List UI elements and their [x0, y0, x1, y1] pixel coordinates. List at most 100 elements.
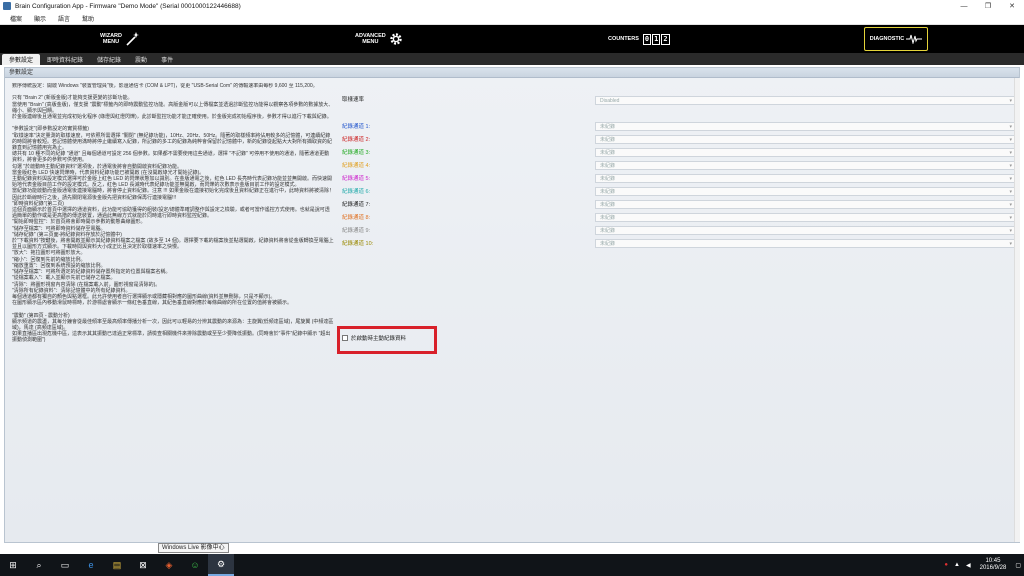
task-view-icon[interactable]: ▭ — [52, 554, 78, 576]
counter-digit: 2 — [661, 33, 670, 45]
channel-value: 未紀錄 — [600, 202, 616, 208]
window-controls: — ❐ ✕ — [952, 0, 1024, 12]
network-icon[interactable]: ▲ — [954, 562, 960, 568]
clock-time: 10:45 — [985, 558, 1001, 564]
auto-record-label: 於啟動時主動紀錄資料 — [351, 336, 407, 342]
brain-app-taskbar-icon[interactable]: ⚙ — [208, 554, 234, 576]
channel-value: 未紀錄 — [600, 124, 616, 130]
tab-vibration[interactable]: 震動 — [128, 54, 154, 65]
menu-help[interactable]: 幫助 — [82, 14, 94, 23]
channel-label: 紀錄通道 5: — [342, 176, 371, 182]
tab-events[interactable]: 事件 — [154, 54, 180, 65]
channel-label: 紀錄通道 6: — [342, 189, 371, 195]
wizard-label-line2: MENU — [102, 39, 120, 45]
chevron-down-icon: ▾ — [1009, 228, 1012, 234]
channel-label: 紀錄通道 10: — [342, 241, 374, 247]
counters-label: COUNTERS — [608, 36, 639, 42]
counter-digit: 0 — [642, 33, 652, 45]
channel-select[interactable]: 未紀錄 ▾ — [595, 174, 1015, 183]
edge-browser-icon[interactable]: e — [78, 554, 104, 576]
channel-value: 未紀錄 — [600, 241, 616, 247]
channel-select[interactable]: 未紀錄 ▾ — [595, 226, 1015, 235]
action-center-icon[interactable]: ▢ — [1015, 562, 1021, 569]
channel-select[interactable]: 未紀錄 ▾ — [595, 148, 1015, 157]
channel-select[interactable]: 未紀錄 ▾ — [595, 213, 1015, 222]
channel-label: 紀錄通道 1: — [342, 124, 371, 130]
menu-bar: 檔案 顯示 語言 幫助 — [0, 12, 1024, 25]
window-title: Brain Configuration App - Firmware "Demo… — [15, 2, 241, 10]
channel-value: 未紀錄 — [600, 228, 616, 234]
tray-notification-icon[interactable]: ● — [944, 562, 948, 568]
channel-value: 未紀錄 — [600, 163, 616, 169]
volume-icon[interactable]: ◀ — [966, 562, 971, 569]
system-tray: ● ▲ ◀ 10:45 2016/9/28 ▢ — [941, 554, 1024, 576]
channel-value: 未紀錄 — [600, 215, 616, 221]
help-description: 數序傳統設定：開啟 Windows "裝置管理員"後，影還通信卡 (COM & … — [12, 83, 334, 344]
chevron-down-icon: ▾ — [1009, 241, 1012, 247]
channel-label: 紀錄通道 9: — [342, 228, 371, 234]
channel-value: 未紀錄 — [600, 137, 616, 143]
advanced-menu-button[interactable]: ADVANCED MENU — [355, 25, 415, 53]
tab-realtime-log[interactable]: 即時資料紀錄 — [40, 54, 90, 65]
channel-label: 紀錄通道 7: — [342, 202, 371, 208]
diagnostic-button[interactable]: DIAGNOSTIC — [864, 27, 928, 51]
channel-label: 紀錄通道 3: — [342, 150, 371, 156]
store-icon[interactable]: ⊠ — [130, 554, 156, 576]
line-app-icon[interactable]: ☺ — [182, 554, 208, 576]
gear-icon — [390, 33, 402, 45]
channel-select[interactable]: 未紀錄 ▾ — [595, 161, 1015, 170]
tab-bar: 參數設定 即時資料紀錄 儲存紀錄 震動 事件 — [0, 53, 1024, 65]
channel-select[interactable]: 未紀錄 ▾ — [595, 239, 1015, 248]
channel-select[interactable]: 未紀錄 ▾ — [595, 135, 1015, 144]
channel-select[interactable]: 未紀錄 ▾ — [595, 200, 1015, 209]
chevron-down-icon: ▾ — [1009, 202, 1012, 208]
channel-label: 紀錄通道 2: — [342, 137, 371, 143]
taskbar-tooltip: Windows Live 影像中心 — [158, 543, 229, 553]
menu-view[interactable]: 顯示 — [34, 14, 46, 23]
wizard-menu-button[interactable]: WIZARD MENU — [100, 25, 160, 53]
main-toolbar: WIZARD MENU ADVANCED MENU COUNTERS 0 1 2… — [0, 25, 1024, 53]
auto-record-checkbox[interactable] — [342, 335, 348, 341]
counter-digit: 1 — [652, 33, 661, 45]
menu-language[interactable]: 語言 — [58, 14, 70, 23]
channel-label: 紀錄通道 4: — [342, 163, 371, 169]
close-button[interactable]: ✕ — [1000, 0, 1024, 12]
sample-rate-select[interactable]: Disabled ▾ — [595, 96, 1015, 105]
advanced-label-line2: MENU — [362, 39, 379, 45]
auto-record-option[interactable]: 於啟動時主動紀錄資料 — [342, 334, 406, 342]
channel-value: 未紀錄 — [600, 150, 616, 156]
app-icon — [3, 2, 11, 10]
settings-panel: 參數設定 數序傳統設定：開啟 Windows "裝置管理員"後，影還通信卡 (C… — [4, 67, 1020, 543]
pulse-icon — [906, 34, 923, 44]
clock-date: 2016/9/28 — [979, 565, 1007, 571]
photo-gallery-icon[interactable]: ◈ — [156, 554, 182, 576]
tab-parameter-settings[interactable]: 參數設定 — [2, 54, 41, 65]
chevron-down-icon: ▾ — [1009, 189, 1012, 195]
channel-value: 未紀錄 — [600, 189, 616, 195]
counters-button[interactable]: COUNTERS 0 1 2 — [608, 25, 672, 53]
search-icon[interactable]: ⌕ — [26, 554, 52, 576]
title-bar: Brain Configuration App - Firmware "Demo… — [0, 0, 1024, 12]
sample-rate-value: Disabled — [600, 98, 620, 104]
channel-select[interactable]: 未紀錄 ▾ — [595, 187, 1015, 196]
panel-header: 參數設定 — [5, 68, 1019, 78]
sample-rate-label: 取樣速率 — [342, 97, 365, 103]
start-icon[interactable]: ⊞ — [0, 554, 26, 576]
chevron-down-icon: ▾ — [1009, 98, 1012, 104]
channel-value: 未紀錄 — [600, 176, 616, 182]
file-explorer-icon[interactable]: ▤ — [104, 554, 130, 576]
maximize-button[interactable]: ❐ — [976, 0, 1000, 12]
channel-select[interactable]: 未紀錄 ▾ — [595, 122, 1015, 131]
counter-digits-icon: 0 1 2 — [642, 33, 670, 45]
tab-saved-log[interactable]: 儲存紀錄 — [90, 54, 128, 65]
chevron-down-icon: ▾ — [1009, 163, 1012, 169]
chevron-down-icon: ▾ — [1009, 150, 1012, 156]
minimize-button[interactable]: — — [952, 0, 976, 12]
vertical-scrollbar[interactable] — [1014, 78, 1020, 542]
clock[interactable]: 10:45 2016/9/28 — [980, 558, 1007, 572]
chevron-down-icon: ▾ — [1009, 124, 1012, 130]
menu-file[interactable]: 檔案 — [10, 14, 22, 23]
chevron-down-icon: ▾ — [1009, 215, 1012, 221]
magic-wand-icon — [126, 32, 139, 46]
chevron-down-icon: ▾ — [1009, 137, 1012, 143]
